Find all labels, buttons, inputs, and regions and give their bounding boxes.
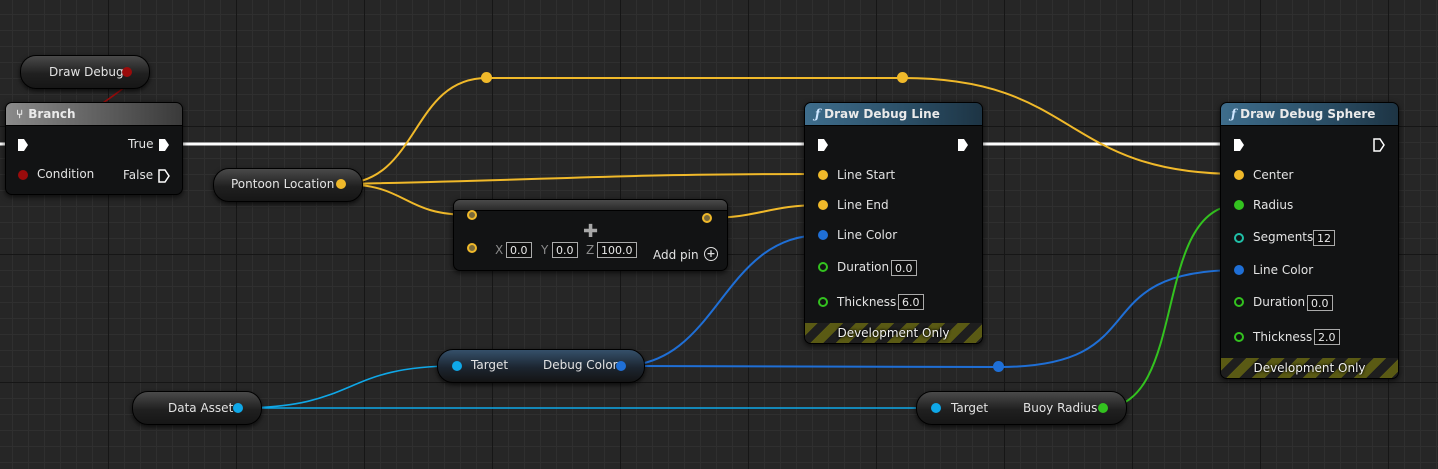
- branch-condition-pin[interactable]: [18, 170, 28, 180]
- reroute-node-3[interactable]: [993, 361, 1004, 372]
- add-pin-label[interactable]: Add pin: [653, 248, 699, 262]
- branch-title: Branch: [28, 107, 76, 121]
- vector-y-input[interactable]: 0.0: [552, 242, 578, 258]
- vector-x-input[interactable]: 0.0: [506, 242, 532, 258]
- vector-add-header: [454, 200, 727, 211]
- line-duration-pin[interactable]: [818, 262, 828, 272]
- reroute-node-1[interactable]: [481, 72, 492, 83]
- vector-z-label: Z: [586, 243, 595, 257]
- sphere-duration-pin[interactable]: [1234, 297, 1244, 307]
- sphere-duration-input[interactable]: 0.0: [1307, 295, 1333, 311]
- line-start-label: Line Start: [837, 168, 896, 182]
- debug-color-target-pin[interactable]: [452, 361, 462, 371]
- vector-wire-pontoon-to-linestart: [339, 173, 823, 185]
- vector-add-input-b-pin[interactable]: [467, 243, 477, 253]
- branch-icon: ⑂: [16, 107, 24, 121]
- draw-line-dev-only-footer: Development Only: [805, 323, 982, 343]
- debug-color-output-label: Debug Color: [543, 358, 618, 372]
- float-wire-buoy-to-radius: [1101, 204, 1240, 409]
- function-icon: ƒ: [1231, 107, 1237, 121]
- line-color-pin[interactable]: [818, 230, 828, 240]
- vector-add-output-pin[interactable]: [702, 213, 712, 223]
- data-asset-variable-node[interactable]: Data Asset: [132, 391, 262, 425]
- line-thickness-pin[interactable]: [818, 297, 828, 307]
- branch-false-label: False: [123, 168, 154, 182]
- get-buoy-radius-node[interactable]: Target Buoy Radius: [916, 391, 1127, 425]
- sphere-thickness-label: Thickness: [1253, 330, 1313, 344]
- pontoon-location-output-pin[interactable]: [336, 179, 346, 189]
- sphere-center-pin[interactable]: [1234, 170, 1244, 180]
- draw-debug-sphere-node[interactable]: ƒ Draw Debug Sphere Center Radius Segment…: [1220, 102, 1399, 379]
- branch-condition-label: Condition: [37, 167, 95, 181]
- vector-y-label: Y: [541, 243, 549, 257]
- sphere-segments-input[interactable]: 12: [1313, 230, 1335, 246]
- draw-debug-line-header: ƒ Draw Debug Line: [805, 103, 982, 126]
- reroute-node-2[interactable]: [897, 72, 908, 83]
- sphere-radius-label: Radius: [1253, 198, 1294, 212]
- get-debug-color-node[interactable]: Target Debug Color: [437, 349, 645, 383]
- sphere-thickness-input[interactable]: 2.0: [1314, 329, 1340, 345]
- branch-header: ⑂ Branch: [6, 103, 182, 126]
- line-duration-input[interactable]: 0.0: [891, 260, 917, 276]
- buoy-radius-output-label: Buoy Radius: [1023, 401, 1098, 415]
- line-start-pin[interactable]: [818, 170, 828, 180]
- debug-color-output-pin[interactable]: [616, 361, 626, 371]
- draw-debug-variable-node[interactable]: Draw Debug: [20, 55, 150, 89]
- buoy-radius-output-pin[interactable]: [1098, 403, 1108, 413]
- line-thickness-label: Thickness: [837, 295, 897, 309]
- pontoon-location-label: Pontoon Location: [231, 177, 335, 191]
- color-wire-reroute3-to-sphere: [998, 269, 1240, 368]
- draw-debug-output-pin[interactable]: [122, 67, 132, 77]
- sphere-thickness-pin[interactable]: [1234, 332, 1244, 342]
- vector-add-node[interactable]: ✚ X 0.0 Y 0.0 Z 100.0 Add pin +: [453, 199, 728, 271]
- object-wire-to-debugcolor-target: [237, 365, 457, 409]
- plus-icon: ✚: [583, 221, 599, 242]
- branch-true-label: True: [128, 137, 154, 151]
- line-thickness-input[interactable]: 6.0: [898, 294, 924, 310]
- vector-x-label: X: [495, 243, 504, 257]
- sphere-duration-label: Duration: [1253, 295, 1306, 309]
- pontoon-location-variable-node[interactable]: Pontoon Location: [213, 168, 363, 202]
- vector-add-input-a-pin[interactable]: [467, 210, 477, 220]
- vector-wire-pontoon-to-reroute1: [339, 77, 488, 185]
- add-pin-icon[interactable]: +: [704, 247, 718, 261]
- line-duration-label: Duration: [837, 260, 890, 274]
- draw-debug-sphere-header: ƒ Draw Debug Sphere: [1221, 103, 1398, 126]
- line-color-label: Line Color: [837, 228, 898, 242]
- buoy-radius-target-pin[interactable]: [931, 403, 941, 413]
- debug-color-target-label: Target: [471, 358, 509, 372]
- draw-debug-line-title: Draw Debug Line: [824, 107, 940, 121]
- buoy-radius-target-label: Target: [951, 401, 989, 415]
- sphere-line-color-label: Line Color: [1253, 263, 1314, 277]
- draw-debug-line-node[interactable]: ƒ Draw Debug Line Line Start Line End Lin…: [804, 102, 983, 344]
- draw-debug-sphere-title: Draw Debug Sphere: [1240, 107, 1376, 121]
- data-asset-output-pin[interactable]: [233, 403, 243, 413]
- function-icon: ƒ: [815, 107, 821, 121]
- data-asset-label: Data Asset: [168, 401, 234, 415]
- draw-debug-label: Draw Debug: [49, 65, 124, 79]
- line-end-label: Line End: [837, 198, 889, 212]
- color-wire-to-reroute3: [619, 365, 1000, 368]
- sphere-radius-pin[interactable]: [1234, 200, 1244, 210]
- draw-sphere-dev-only-footer: Development Only: [1221, 358, 1398, 378]
- vector-z-input[interactable]: 100.0: [597, 242, 637, 258]
- sphere-line-color-pin[interactable]: [1234, 265, 1244, 275]
- sphere-center-label: Center: [1253, 168, 1294, 182]
- sphere-segments-label: Segments: [1253, 230, 1314, 244]
- line-end-pin[interactable]: [818, 200, 828, 210]
- branch-node[interactable]: ⑂ Branch True Condition False: [5, 102, 183, 195]
- sphere-segments-pin[interactable]: [1234, 233, 1244, 243]
